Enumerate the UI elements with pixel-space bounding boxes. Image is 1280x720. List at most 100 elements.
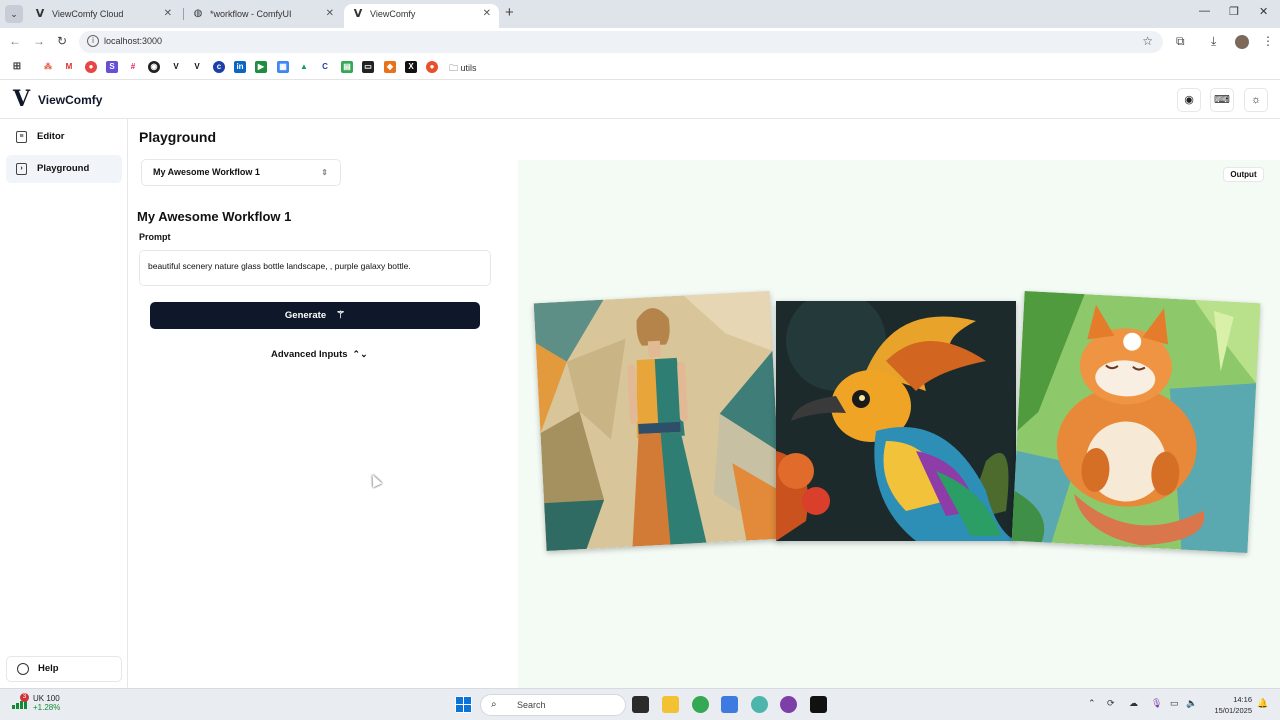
tab-label: ViewComfy <box>370 9 416 19</box>
bookmark-icon[interactable]: ● <box>85 61 97 73</box>
globe-icon: ◍ <box>193 8 203 19</box>
sidebar-item-playground[interactable]: › Playground <box>6 155 122 183</box>
bookmark-folder[interactable]: 🗀 utils <box>449 61 477 77</box>
github-icon[interactable]: ◉ <box>1177 88 1201 112</box>
browser-tab-viewcomfy[interactable]: V ViewComfy ✕ <box>344 4 499 28</box>
x-icon[interactable]: X <box>405 61 417 73</box>
stock-text: UK 100 +1.28% <box>33 694 60 712</box>
browser-tab-viewcomfy-cloud[interactable]: V ViewComfy Cloud ✕ <box>26 4 180 28</box>
address-bar[interactable]: i localhost:3000 ☆ <box>79 31 1163 53</box>
podcast-app-icon[interactable] <box>780 696 797 713</box>
forward-arrow-icon[interactable]: → <box>33 34 45 48</box>
windows-taskbar: 3 UK 100 +1.28% ⌕ Search ⌃ ⟳ ☁ 🎙 ▭ 🔈 14:… <box>0 688 1280 720</box>
theme-toggle-sun-icon[interactable]: ☼ <box>1244 88 1268 112</box>
site-info-icon[interactable]: i <box>87 35 99 47</box>
bookmark-icon[interactable]: C <box>319 61 331 73</box>
magic-wand-icon: ⚚ <box>336 310 346 321</box>
extensions-icon[interactable]: ⧉ <box>1176 34 1185 49</box>
profile-avatar[interactable] <box>1235 35 1249 49</box>
reload-icon[interactable]: ↻ <box>57 34 67 48</box>
bookmark-star-icon[interactable]: ☆ <box>1142 34 1153 48</box>
bookmark-icon[interactable]: ● <box>426 61 438 73</box>
download-icon[interactable]: ⤓ <box>1211 34 1216 49</box>
network-icon[interactable]: ▭ <box>1170 698 1179 709</box>
terminal-bookmark-icon[interactable]: ▭ <box>362 61 374 73</box>
help-button[interactable]: Help <box>6 656 122 682</box>
viewcomfy-logo[interactable]: V <box>13 88 30 110</box>
tab-label: ViewComfy Cloud <box>52 9 124 19</box>
calendar-icon[interactable]: ▦ <box>277 61 289 73</box>
volume-icon[interactable]: 🔈 <box>1186 698 1197 709</box>
app-icon[interactable] <box>810 696 827 713</box>
terminal-icon: › <box>16 163 27 175</box>
close-icon[interactable]: ✕ <box>483 4 491 24</box>
folder-icon: 🗀 <box>449 63 459 73</box>
notification-bell-icon[interactable]: 🔔 <box>1257 698 1268 709</box>
tab-label: *workflow - ComfyUI <box>210 9 292 19</box>
drive-icon[interactable]: ▲ <box>298 61 310 73</box>
discord-icon[interactable]: ⌨ <box>1210 88 1234 112</box>
file-explorer-icon[interactable] <box>662 696 679 713</box>
microphone-icon[interactable]: 🎙 <box>1151 698 1162 709</box>
generate-label: Generate <box>284 310 327 321</box>
system-clock[interactable]: 14:16 15/01/2025 <box>1208 694 1252 716</box>
taskbar-search[interactable]: ⌕ Search <box>480 694 626 716</box>
advanced-inputs-toggle[interactable]: Advanced Inputs ⌃⌄ <box>271 349 368 360</box>
search-placeholder: Search <box>517 700 546 710</box>
bookmark-icon[interactable]: ◆ <box>384 61 396 73</box>
bookmark-icon[interactable]: S <box>106 61 118 73</box>
clock-date: 15/01/2025 <box>1214 706 1252 715</box>
clock-time: 14:16 <box>1233 695 1252 704</box>
meet-icon[interactable]: ▶ <box>255 61 267 73</box>
linkedin-icon[interactable]: in <box>234 61 246 73</box>
sleeping-fox-image[interactable] <box>1011 290 1261 554</box>
help-lifebuoy-icon <box>17 663 29 675</box>
workflow-select-value: My Awesome Workflow 1 <box>153 167 260 177</box>
advanced-inputs-label: Advanced Inputs <box>271 349 348 360</box>
prompt-input[interactable]: beautiful scenery nature glass bottle la… <box>139 250 491 286</box>
tab-search-chevron-icon[interactable]: ⌄ <box>5 5 23 23</box>
windows-start-icon[interactable] <box>455 696 472 713</box>
stock-change: +1.28% <box>33 703 61 712</box>
gmail-icon[interactable]: M <box>63 61 75 73</box>
bookmark-icon[interactable]: ⁂ <box>42 61 54 73</box>
prompt-label: Prompt <box>139 232 171 242</box>
brand-name[interactable]: ViewComfy <box>38 93 102 107</box>
restore-icon[interactable]: ❐ <box>1229 5 1239 18</box>
sheets-icon[interactable]: ▤ <box>341 61 353 73</box>
viewcomfy-bookmark-icon[interactable]: V <box>170 61 182 73</box>
sidebar-item-editor[interactable]: ≡ Editor <box>6 123 122 151</box>
task-view-icon[interactable] <box>632 696 649 713</box>
workflow-title: My Awesome Workflow 1 <box>137 209 292 224</box>
browser-tab-comfyui[interactable]: ◍ *workflow - ComfyUI ✕ <box>184 4 342 28</box>
new-tab-button[interactable]: + <box>505 4 514 22</box>
chrome-icon[interactable] <box>692 696 709 713</box>
mouse-cursor <box>367 472 383 488</box>
sidebar-item-label: Editor <box>37 131 65 142</box>
more-menu-icon[interactable]: ⋮ <box>1262 34 1274 48</box>
bookmark-icon[interactable]: c <box>213 61 225 73</box>
apps-grid-icon[interactable]: ⊞ <box>11 61 23 73</box>
slack-icon[interactable]: # <box>127 61 139 73</box>
notepad-icon[interactable] <box>721 696 738 713</box>
colorful-bird-image[interactable] <box>776 301 1016 541</box>
sidebar-item-label: Playground <box>37 163 90 174</box>
tray-chevron-up-icon[interactable]: ⌃ <box>1088 698 1096 709</box>
search-icon: ⌕ <box>491 699 497 710</box>
sync-icon[interactable]: ⟳ <box>1107 698 1115 709</box>
workflow-select[interactable]: My Awesome Workflow 1 ⇕ <box>141 159 341 186</box>
minimize-icon[interactable]: — <box>1199 5 1210 17</box>
viewcomfy-favicon-icon: V <box>35 7 45 20</box>
window-close-icon[interactable]: ✕ <box>1259 5 1268 18</box>
woman-fashion-geometric-image[interactable] <box>533 290 783 552</box>
close-icon[interactable]: ✕ <box>164 4 172 24</box>
generate-button[interactable]: Generate ⚚ <box>150 302 480 329</box>
bookmarks-bar: ⊞ ⁂ M ● S # ◉ V V c in ▶ ▦ ▲ C ▤ ▭ ◆ X ●… <box>0 56 1280 80</box>
app-header: V ViewComfy ◉ ⌨ ☼ <box>0 81 1280 119</box>
close-icon[interactable]: ✕ <box>326 4 334 24</box>
github-icon[interactable]: ◉ <box>148 61 160 73</box>
back-arrow-icon[interactable]: ← <box>9 34 21 48</box>
chrome-active-icon[interactable] <box>751 696 768 713</box>
cloud-icon[interactable]: ☁ <box>1129 698 1138 709</box>
viewcomfy-bookmark-icon[interactable]: V <box>191 61 203 73</box>
